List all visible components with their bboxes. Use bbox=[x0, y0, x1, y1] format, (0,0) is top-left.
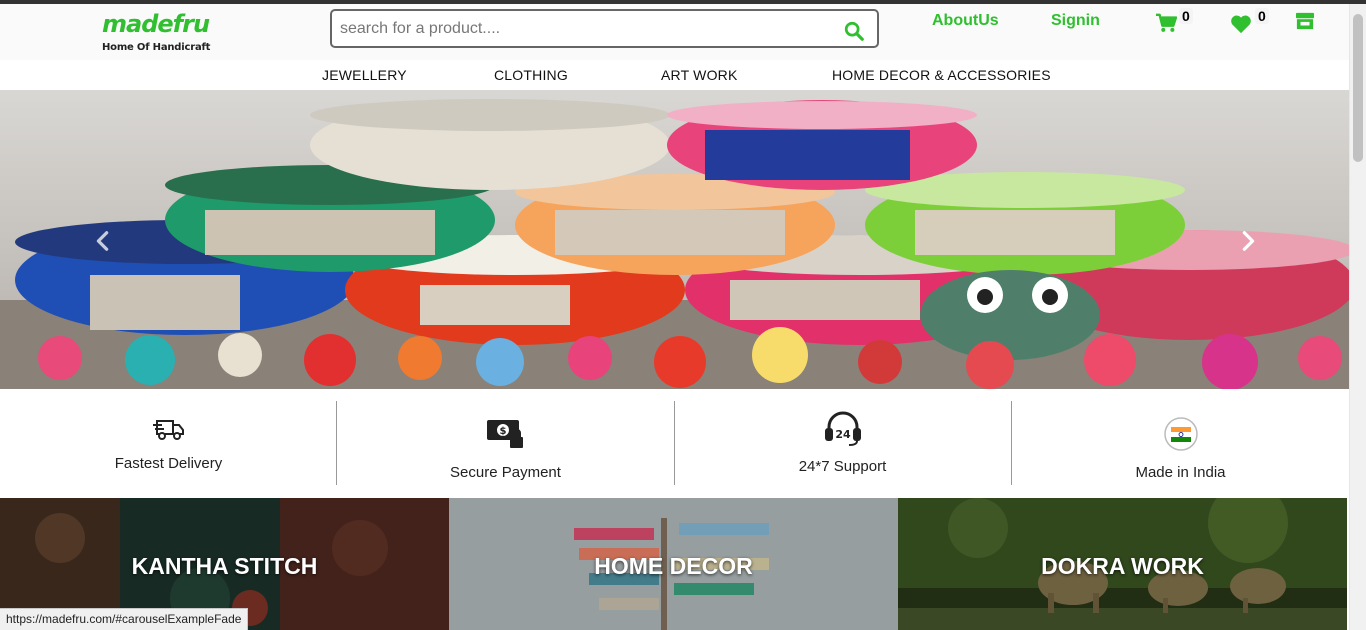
nav-signin-link[interactable]: Signin bbox=[1051, 12, 1100, 30]
feature-label: Made in India bbox=[1135, 464, 1226, 481]
page-scrollbar[interactable] bbox=[1349, 4, 1366, 630]
search-icon[interactable] bbox=[843, 20, 865, 42]
feature-secure-payment: $ Secure Payment bbox=[337, 401, 674, 485]
feature-label: Fastest Delivery bbox=[114, 455, 223, 472]
chevron-left-icon[interactable] bbox=[92, 230, 114, 252]
headset-support-icon: 24 bbox=[824, 411, 861, 446]
status-bar-url: https://madefru.com/#carouselExampleFade bbox=[0, 608, 249, 630]
cart-icon[interactable] bbox=[1155, 13, 1177, 33]
feature-label: 24*7 Support bbox=[798, 458, 887, 475]
store-icon[interactable] bbox=[1295, 12, 1315, 30]
feature-label: Secure Payment bbox=[450, 464, 561, 481]
features-strip: Fastest Delivery $ Secure Payment 24 24* bbox=[0, 389, 1349, 497]
tile-dokra-work[interactable]: DOKRA WORK bbox=[898, 498, 1347, 630]
header: madefru Home Of Handicraft AboutUs Signi… bbox=[0, 4, 1349, 60]
cart-count-badge: 0 bbox=[1179, 8, 1193, 24]
tile-label: KANTHA STITCH bbox=[131, 553, 318, 579]
chevron-right-icon[interactable] bbox=[1237, 230, 1259, 252]
category-jewellery[interactable]: JEWELLERY bbox=[322, 67, 407, 83]
logo-brand: madefru bbox=[102, 10, 210, 38]
delivery-truck-icon bbox=[152, 420, 184, 440]
category-art-work[interactable]: ART WORK bbox=[661, 67, 738, 83]
category-home-decor[interactable]: HOME DECOR & ACCESSORIES bbox=[832, 67, 1051, 83]
hero-image bbox=[0, 90, 1349, 389]
tile-label: HOME DECOR bbox=[594, 553, 753, 579]
heart-icon[interactable] bbox=[1230, 14, 1252, 34]
feature-fastest-delivery: Fastest Delivery bbox=[0, 401, 337, 485]
tile-label: DOKRA WORK bbox=[1041, 553, 1204, 579]
scrollbar-thumb[interactable] bbox=[1353, 14, 1363, 162]
india-emblem-icon bbox=[1163, 417, 1198, 451]
wishlist-count-badge: 0 bbox=[1255, 8, 1269, 24]
feature-support: 24 24*7 Support bbox=[674, 401, 1011, 485]
hero-carousel[interactable] bbox=[0, 90, 1349, 389]
logo-tagline: Home Of Handicraft bbox=[102, 42, 211, 53]
category-clothing[interactable]: CLOTHING bbox=[494, 67, 568, 83]
feature-made-in-india: Made in India bbox=[1012, 401, 1349, 485]
page: madefru Home Of Handicraft AboutUs Signi… bbox=[0, 4, 1349, 630]
category-menu: JEWELLERY CLOTHING ART WORK HOME DECOR &… bbox=[0, 60, 1349, 90]
nav-about-link[interactable]: AboutUs bbox=[932, 12, 999, 30]
search-box bbox=[330, 9, 879, 48]
search-input[interactable] bbox=[340, 15, 830, 42]
tile-home-decor[interactable]: HOME DECOR bbox=[449, 498, 898, 630]
secure-payment-icon: $ bbox=[486, 420, 523, 448]
svg-text:24: 24 bbox=[835, 428, 851, 441]
svg-text:$: $ bbox=[499, 426, 506, 437]
logo[interactable]: madefru Home Of Handicraft bbox=[102, 10, 211, 60]
